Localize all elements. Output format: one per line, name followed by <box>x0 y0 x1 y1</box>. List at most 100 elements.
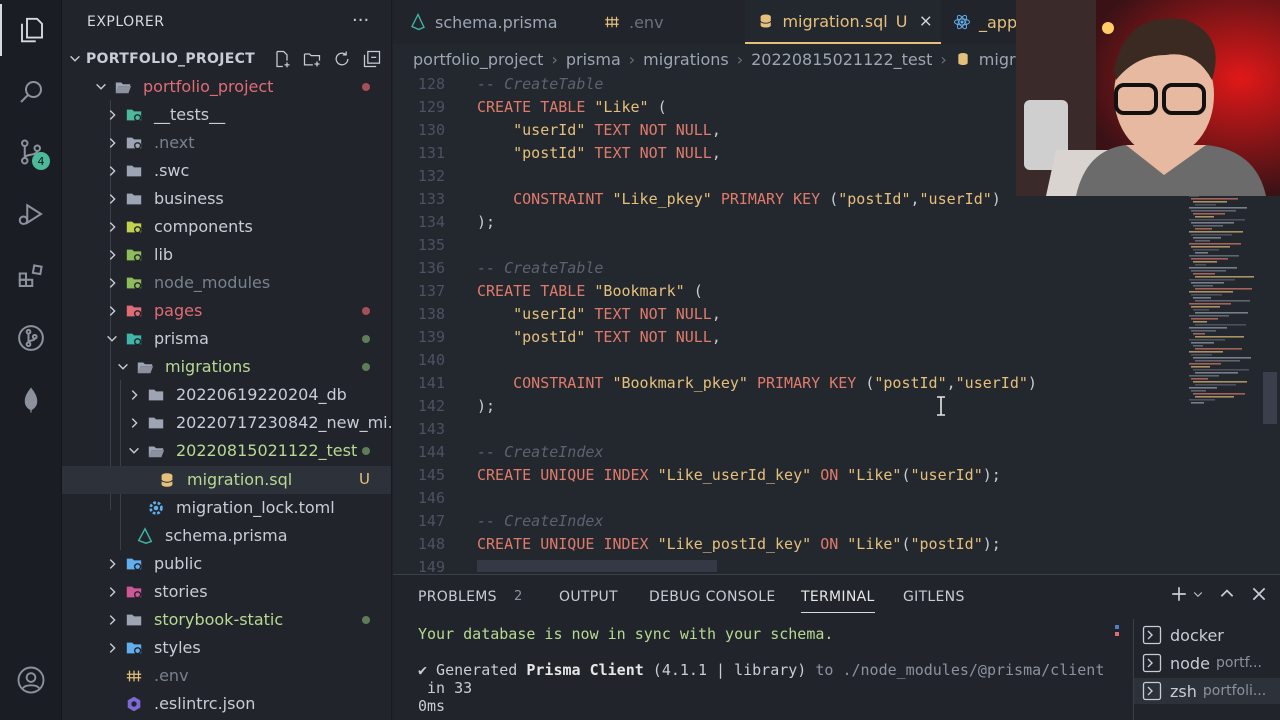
panel-tab-problems[interactable]: PROBLEMS <box>418 589 497 605</box>
chevron-right-icon[interactable] <box>105 641 119 655</box>
tree-item-pages[interactable]: pages <box>62 297 391 325</box>
code-line[interactable]: 145 CREATE UNIQUE INDEX "Like_userId_key"… <box>393 466 1280 489</box>
tree-item-lib[interactable]: lib <box>62 241 391 269</box>
git-graph-icon[interactable] <box>0 312 62 364</box>
new-terminal-icon[interactable] <box>1170 585 1188 603</box>
code-line[interactable]: 147 -- CreateIndex <box>393 512 1280 535</box>
terminal-item-node[interactable]: node portf... <box>1142 650 1262 676</box>
tab-env[interactable]: .env <box>603 0 664 44</box>
terminal-line: in 33 <box>418 679 473 697</box>
tree-item-label: portfolio_project <box>143 77 274 96</box>
panel-tab-debug-console[interactable]: DEBUG CONSOLE <box>649 589 776 605</box>
code-line[interactable]: 139 "postId" TEXT NOT NULL, <box>393 328 1280 351</box>
chevron-up-icon[interactable] <box>1218 585 1236 603</box>
code-text: "postId" TEXT NOT NULL, <box>513 328 721 346</box>
run-debug-icon[interactable] <box>0 188 62 240</box>
tree-item-label: pages <box>154 301 203 320</box>
more-actions-button[interactable]: ··· <box>352 10 369 31</box>
tree-item-public[interactable]: public <box>62 550 391 578</box>
chevron-right-icon[interactable] <box>105 108 119 122</box>
tree-item-components[interactable]: components <box>62 213 391 241</box>
chevron-down-icon[interactable] <box>1192 585 1204 603</box>
tree-item-eslintrc-json[interactable]: .eslintrc.json <box>62 690 391 718</box>
tab-migration-sql[interactable]: migration.sql U <box>745 0 941 44</box>
search-icon[interactable] <box>0 66 62 118</box>
chevron-right-icon[interactable] <box>105 248 119 262</box>
extensions-icon[interactable] <box>0 250 62 302</box>
chevron-down-icon[interactable] <box>105 332 119 346</box>
minimap[interactable] <box>1186 195 1261 415</box>
explorer-icon[interactable] <box>0 4 62 56</box>
refresh-icon[interactable] <box>332 49 352 69</box>
breadcrumb-item[interactable]: 20220815021122_test <box>751 50 932 69</box>
breadcrumb-item[interactable]: portfolio_project <box>413 50 543 69</box>
code-line[interactable]: 134); <box>393 213 1280 236</box>
tree-item-styles[interactable]: styles <box>62 634 391 662</box>
chevron-right-icon[interactable] <box>105 276 119 290</box>
tree-item-20220815021122-test[interactable]: 20220815021122_test <box>62 437 391 465</box>
code-line[interactable]: 141 CONSTRAINT "Bookmark_pkey" PRIMARY K… <box>393 374 1280 397</box>
tree-item-next[interactable]: .next <box>62 129 391 157</box>
code-line[interactable]: 136 -- CreateTable <box>393 259 1280 282</box>
code-line[interactable]: 142); <box>393 397 1280 420</box>
chevron-right-icon[interactable] <box>105 557 119 571</box>
chevron-right-icon[interactable] <box>105 136 119 150</box>
panel-tab-terminal[interactable]: TERMINAL <box>801 589 875 613</box>
tab-app[interactable]: _app <box>953 0 1017 44</box>
code-line[interactable]: 137 CREATE TABLE "Bookmark" ( <box>393 282 1280 305</box>
chevron-down-icon[interactable] <box>127 444 141 458</box>
chevron-right-icon[interactable] <box>127 388 141 402</box>
tree-item-node-modules[interactable]: node_modules <box>62 269 391 297</box>
chevron-right-icon[interactable] <box>105 192 119 206</box>
code-line[interactable]: 138 "userId" TEXT NOT NULL, <box>393 305 1280 328</box>
new-file-icon[interactable] <box>272 49 292 69</box>
project-section-header[interactable]: PORTFOLIO_PROJECT <box>62 46 391 72</box>
tree-item-portfolio-project[interactable]: portfolio_project <box>62 73 391 101</box>
code-line[interactable]: 140 <box>393 351 1280 374</box>
chevron-down-icon[interactable] <box>116 360 130 374</box>
code-line[interactable]: 144 -- CreateIndex <box>393 443 1280 466</box>
code-line[interactable]: 143 <box>393 420 1280 443</box>
tree-item-env[interactable]: .env <box>62 662 391 690</box>
tree-item-business[interactable]: business <box>62 185 391 213</box>
vertical-scrollbar[interactable] <box>1263 372 1277 424</box>
breadcrumb-item[interactable]: prisma <box>566 50 621 69</box>
code-text: "userId" TEXT NOT NULL, <box>513 305 721 323</box>
tree-item-migration-lock-toml[interactable]: migration_lock.toml <box>62 494 391 522</box>
code-line[interactable]: 135 <box>393 236 1280 259</box>
chevron-right-icon[interactable] <box>105 613 119 627</box>
new-folder-icon[interactable] <box>302 49 322 69</box>
code-line[interactable]: 146 <box>393 489 1280 512</box>
breadcrumb-item[interactable]: migrations <box>643 50 729 69</box>
tab-schema-prisma[interactable]: schema.prisma <box>409 0 558 44</box>
tree-item-schema-prisma[interactable]: schema.prisma <box>62 522 391 550</box>
close-panel-icon[interactable] <box>1250 585 1268 603</box>
chevron-right-icon[interactable] <box>105 164 119 178</box>
chevron-right-icon[interactable] <box>127 416 141 430</box>
close-icon[interactable] <box>919 14 933 28</box>
tree-item-20220717230842-new-mi[interactable]: 20220717230842_new_mi... <box>62 409 391 437</box>
tree-item-prisma[interactable]: prisma <box>62 325 391 353</box>
panel-tab-output[interactable]: OUTPUT <box>559 589 618 605</box>
terminal-item-zsh[interactable]: zsh portfoli... <box>1134 678 1280 704</box>
mongodb-leaf-icon[interactable] <box>0 374 62 426</box>
tree-item-storybook-static[interactable]: storybook-static <box>62 606 391 634</box>
tree-item-label: node_modules <box>154 273 271 292</box>
panel-tab-gitlens[interactable]: GITLENS <box>903 589 965 605</box>
collapse-all-icon[interactable] <box>362 49 382 69</box>
source-control-icon[interactable]: 4 <box>0 126 62 178</box>
tree-item-stories[interactable]: stories <box>62 578 391 606</box>
chevron-right-icon[interactable] <box>105 585 119 599</box>
chevron-right-icon[interactable] <box>105 220 119 234</box>
chevron-down-icon[interactable] <box>94 80 108 94</box>
tree-item-20220619220204-db[interactable]: 20220619220204_db <box>62 381 391 409</box>
code-line[interactable]: 148 CREATE UNIQUE INDEX "Like_postId_key"… <box>393 535 1280 558</box>
tree-item-tests[interactable]: __tests__ <box>62 101 391 129</box>
horizontal-scrollbar[interactable] <box>477 560 717 572</box>
tree-item-migration-sql[interactable]: migration.sql U <box>62 466 391 494</box>
tree-item-swc[interactable]: .swc <box>62 157 391 185</box>
chevron-right-icon[interactable] <box>105 304 119 318</box>
account-icon[interactable] <box>0 654 62 706</box>
terminal-item-docker[interactable]: docker <box>1142 622 1224 648</box>
tree-item-migrations[interactable]: migrations <box>62 353 391 381</box>
